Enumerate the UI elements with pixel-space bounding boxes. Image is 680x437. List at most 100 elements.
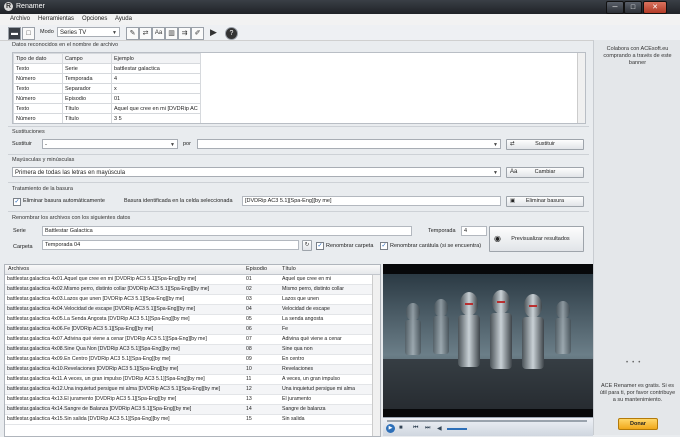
table-row[interactable]: battlestar.galactica 4x13.El juramento [… xyxy=(5,395,373,405)
cell-tipo[interactable]: Texto xyxy=(13,103,63,114)
change-case-button[interactable]: Aa Cambiar xyxy=(506,167,584,178)
play-icon[interactable]: ▶ xyxy=(208,27,219,38)
file-name: battlestar.galactica 4x15.Sin salida [DV… xyxy=(7,416,170,422)
cell-ejemplo[interactable]: Aquel que cree en mi [DVDRip AC xyxy=(111,103,201,114)
menu-opciones[interactable]: Opciones xyxy=(82,16,107,22)
cell-tipo[interactable]: Número xyxy=(13,113,63,123)
file-list-scrollbar[interactable] xyxy=(372,275,380,436)
banner-pagination-dots[interactable]: ••• xyxy=(626,360,650,366)
next-icon[interactable]: ⏭ xyxy=(425,425,430,432)
cell-ejemplo[interactable]: 3 5 xyxy=(111,113,201,123)
cell-campo[interactable]: Título xyxy=(62,113,112,123)
volume-slider[interactable] xyxy=(447,428,467,430)
cell-tipo[interactable]: Texto xyxy=(13,83,63,94)
table-row[interactable]: Texto Separador x xyxy=(13,83,201,94)
menu-archivo[interactable]: Archivo xyxy=(10,16,30,22)
episode: 11 xyxy=(246,376,252,382)
brush-icon[interactable]: ✎ xyxy=(126,27,139,40)
table-row[interactable]: battlestar.galactica 4x02.Mismo perro, d… xyxy=(5,285,373,295)
series-field[interactable]: Battlestar Galactica xyxy=(42,226,412,236)
table-row[interactable]: battlestar.galactica 4x05.La Senda Angos… xyxy=(5,315,373,325)
replace-button[interactable]: ⇄ Sustituir xyxy=(506,139,584,150)
cell-campo[interactable]: Temporada xyxy=(62,73,112,84)
table-row[interactable]: battlestar.galactica 4x04.Velocidad de e… xyxy=(5,305,373,315)
grid-scrollbar[interactable] xyxy=(577,53,585,123)
cell-campo[interactable]: Separador xyxy=(62,83,112,94)
cell-tipo[interactable]: Texto xyxy=(13,63,63,74)
episode: 03 xyxy=(246,296,252,302)
cell-ejemplo[interactable]: 4 xyxy=(111,73,201,84)
cell-tipo[interactable]: Número xyxy=(13,73,63,84)
refresh-icon: ↻ xyxy=(304,242,310,248)
donate-button[interactable]: Donar xyxy=(618,418,658,430)
table-row[interactable]: battlestar.galactica 4x08.Sine Qua Non [… xyxy=(5,345,373,355)
table-row[interactable]: battlestar.galactica 4x01.Aquel que cree… xyxy=(5,275,373,285)
header-titulo[interactable]: Título xyxy=(282,266,296,272)
cell-campo[interactable]: Episodio xyxy=(62,93,112,104)
table-row[interactable]: battlestar.galactica 4x15.Sin salida [DV… xyxy=(5,415,373,425)
table-row[interactable]: Número Temporada 4 xyxy=(13,73,201,84)
auto-garbage-label: Eliminar basura automáticamente xyxy=(23,198,105,204)
table-row[interactable]: battlestar.galactica 4x11.A veces, un gr… xyxy=(5,375,373,385)
edit-icon[interactable]: ✐ xyxy=(191,27,204,40)
episode: 09 xyxy=(246,356,252,362)
minimize-button[interactable]: ─ xyxy=(606,1,624,14)
menu-ayuda[interactable]: Ayuda xyxy=(115,16,132,22)
auto-garbage-checkbox[interactable]: ✓ xyxy=(13,198,21,206)
file-name: battlestar.galactica 4x04.Velocidad de e… xyxy=(7,306,196,312)
table-row[interactable]: battlestar.galactica 4x09.En Centro [DVD… xyxy=(5,355,373,365)
cell-tipo[interactable]: Número xyxy=(13,93,63,104)
seek-bar[interactable] xyxy=(387,420,587,422)
table-row[interactable]: Número Título 3 5 xyxy=(13,113,201,123)
header-archivos[interactable]: Archivos xyxy=(8,266,29,272)
case-select[interactable]: Primera de todas las letras en mayúscula… xyxy=(12,167,501,177)
table-row[interactable]: battlestar.galactica 4x06.Fe [DVDRip AC3… xyxy=(5,325,373,335)
case-icon[interactable]: Aa xyxy=(152,27,165,40)
video-frame-image xyxy=(383,264,593,417)
episode: 08 xyxy=(246,346,252,352)
rename-folder-checkbox[interactable]: ✓ xyxy=(316,242,324,250)
table-row[interactable]: battlestar.galactica 4x03.Lazos que unen… xyxy=(5,295,373,305)
table-row[interactable]: battlestar.galactica 4x12.Una inquietud … xyxy=(5,385,373,395)
new-file-icon[interactable]: □ xyxy=(22,27,35,40)
folder-field[interactable]: Temporada 04 xyxy=(42,240,299,250)
table-row[interactable]: Texto Título Aquel que cree en mi [DVDRi… xyxy=(13,103,201,114)
replace-from-select[interactable]: - ▼ xyxy=(42,139,178,149)
menu-herramientas[interactable]: Herramientas xyxy=(38,16,74,22)
mode-select[interactable]: Series TV ▼ xyxy=(57,27,120,37)
header-episodio[interactable]: Episodio xyxy=(246,266,267,272)
help-icon[interactable]: ? xyxy=(225,27,238,40)
preview-results-button[interactable]: ◉ Previsualizar resultados xyxy=(489,226,584,252)
episode: 04 xyxy=(246,306,252,312)
remove-garbage-button[interactable]: ▣ Eliminar basura xyxy=(506,196,584,207)
play-icon[interactable]: ▶ xyxy=(386,424,395,433)
cell-ejemplo[interactable]: battlestar galactica xyxy=(111,63,201,74)
header-ejemplo: Ejemplo xyxy=(111,53,201,64)
refresh-folder-button[interactable]: ↻ xyxy=(302,240,312,251)
close-button[interactable]: ✕ xyxy=(643,1,667,14)
replace-button-label: Sustituir xyxy=(535,141,555,147)
replace-icon[interactable]: ⇄ xyxy=(139,27,152,40)
volume-icon[interactable]: ◀ xyxy=(437,425,442,432)
columns-icon[interactable]: ▥ xyxy=(165,27,178,40)
maximize-button[interactable]: □ xyxy=(624,1,642,14)
identified-garbage-field[interactable]: [DVDRip AC3 5.1][Spa-Eng][by me] xyxy=(242,196,501,206)
table-row[interactable]: Texto Serie battlestar galactica xyxy=(13,63,201,74)
season-field[interactable]: 4 xyxy=(461,226,487,236)
cell-campo[interactable]: Título xyxy=(62,103,112,114)
table-row[interactable]: battlestar.galactica 4x14.Sangre de Bala… xyxy=(5,405,373,415)
rename-icon[interactable]: ⇉ xyxy=(178,27,191,40)
open-folder-icon[interactable]: ▬ xyxy=(8,27,21,40)
cell-ejemplo[interactable]: x xyxy=(111,83,201,94)
table-row[interactable]: battlestar.galactica 4x10.Revelaciones [… xyxy=(5,365,373,375)
episode-title: Sangre de balanza xyxy=(282,406,326,412)
rename-cover-checkbox[interactable]: ✓ xyxy=(380,242,388,250)
cell-campo[interactable]: Serie xyxy=(62,63,112,74)
stop-icon[interactable]: ■ xyxy=(399,425,403,431)
file-name: battlestar.galactica 4x03.Lazos que unen… xyxy=(7,296,185,302)
cell-ejemplo[interactable]: 01 xyxy=(111,93,201,104)
previous-icon[interactable]: ⏮ xyxy=(413,425,418,432)
replace-to-select[interactable]: ▼ xyxy=(197,139,501,149)
table-row[interactable]: battlestar.galactica 4x07.Adivina qué vi… xyxy=(5,335,373,345)
table-row[interactable]: Número Episodio 01 xyxy=(13,93,201,104)
